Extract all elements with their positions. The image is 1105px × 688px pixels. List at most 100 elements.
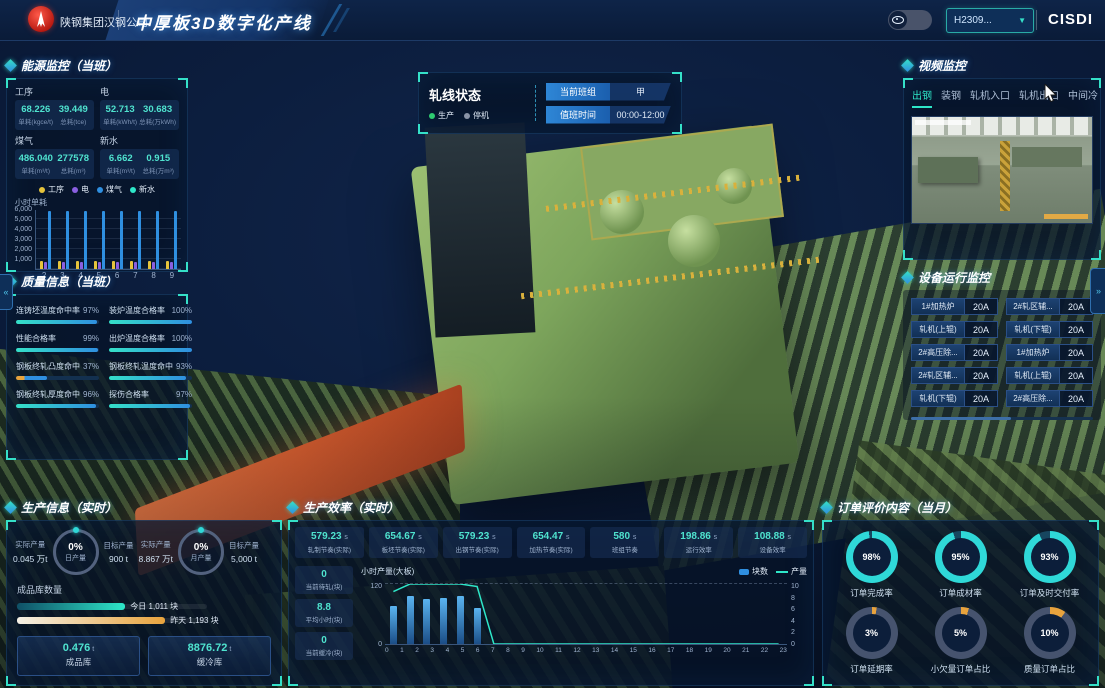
mini-value: 0 bbox=[296, 635, 352, 646]
status-dot bbox=[464, 113, 470, 119]
donut-label: 质量订单占比 bbox=[1024, 663, 1075, 675]
panel-quality-body: 连铸坯温度命中率97%装炉温度合格率100%性能合格率99%出炉温度合格率100… bbox=[6, 294, 188, 460]
equipment-item[interactable]: 1#加热炉20A bbox=[1006, 344, 1093, 361]
quality-bar-fill bbox=[16, 348, 98, 352]
left-panel-collapse-button[interactable]: « bbox=[0, 274, 13, 310]
equipment-item[interactable]: 2#高压除...20A bbox=[1006, 390, 1093, 407]
store-box-缓冷库[interactable]: 8876.72t缓冷库 bbox=[148, 636, 271, 676]
quality-item-header: 性能合格率99% bbox=[16, 333, 99, 344]
energy-bar bbox=[94, 261, 97, 269]
equipment-current: 20A bbox=[964, 390, 998, 407]
store-unit: t bbox=[229, 646, 231, 653]
kpi-label: 出钢节奏(实际) bbox=[444, 544, 511, 554]
energy-unit: 总耗(tce) bbox=[56, 116, 92, 126]
energy-unit: 单耗(kWh/t) bbox=[103, 116, 137, 126]
panel-efficiency-body: 579.23 s轧制节奏(实际)654.67 s板坯节奏(实际)579.23 s… bbox=[288, 520, 814, 686]
equipment-item[interactable]: 轧机(上辊)20A bbox=[1006, 367, 1093, 384]
hourly-xtick: 13 bbox=[592, 647, 599, 654]
video-tab-装钢[interactable]: 装钢 bbox=[941, 87, 961, 108]
energy-value: 68.226单耗(kgce/t) bbox=[18, 104, 54, 126]
kpi-value: 198.86 s bbox=[665, 531, 732, 542]
heat-number-dropdown[interactable]: H2309... ▼ bbox=[946, 8, 1034, 33]
energy-bar-group bbox=[130, 210, 141, 269]
quality-label: 钢板终轧厚度命中 bbox=[16, 389, 80, 400]
kpi-value: 654.67 s bbox=[370, 531, 437, 542]
hourly-output-chart: 小时产量(大板) 块数产量 1200 1086420 0123456789101… bbox=[361, 566, 807, 660]
video-tab-中间冷[interactable]: 中间冷 bbox=[1068, 87, 1098, 108]
equipment-name: 轧机(上辊) bbox=[1006, 367, 1059, 384]
equipment-item[interactable]: 2#轧区辅...20A bbox=[1006, 298, 1093, 315]
store-box-成品库[interactable]: 0.476t成品库 bbox=[17, 636, 140, 676]
donut-value: 95% bbox=[942, 538, 980, 576]
order-donut-订单成材率: 95%订单成材率 bbox=[918, 531, 1003, 599]
energy-ytick: 3,000 bbox=[14, 236, 32, 243]
gauge-flank: 目标产量900 t bbox=[104, 540, 134, 564]
right-panel-collapse-button[interactable]: » bbox=[1090, 268, 1105, 314]
energy-bar bbox=[156, 211, 159, 269]
kpi-unit: s bbox=[714, 534, 718, 541]
quality-bar-fill bbox=[16, 320, 97, 324]
bar-legend-label: 块数 bbox=[752, 566, 768, 577]
quality-bar-track bbox=[109, 320, 192, 324]
efficiency-kpi: 198.86 s运行效率 bbox=[664, 527, 733, 558]
energy-card: 486.040单耗(m³/t)277578总耗(m³) bbox=[15, 149, 94, 179]
quality-bar-track bbox=[16, 320, 99, 324]
store-value: 8876.72t bbox=[149, 642, 270, 654]
equipment-item[interactable]: 1#加热炉20A bbox=[911, 298, 998, 315]
efficiency-kpi: 654.67 s板坯节奏(实际) bbox=[369, 527, 438, 558]
line-swatch bbox=[776, 571, 788, 573]
quality-value: 100% bbox=[172, 334, 192, 343]
ring-name: 日产量 bbox=[65, 553, 86, 563]
kpi-value: 108.88 s bbox=[739, 531, 806, 542]
energy-unit: 单耗(m³/t) bbox=[103, 165, 139, 175]
stock-bar-fill bbox=[17, 603, 125, 610]
company-logo bbox=[28, 6, 54, 32]
energy-number: 68.226 bbox=[18, 104, 54, 115]
quality-bar-fill bbox=[109, 348, 192, 352]
quality-bar-track bbox=[109, 404, 192, 408]
equipment-item[interactable]: 2#高压除...20A bbox=[911, 344, 998, 361]
panel-equipment-title: 设备运行监控 bbox=[903, 268, 1101, 286]
quality-item-header: 钢板终轧厚度命中96% bbox=[16, 389, 99, 400]
gauge-flank-label: 实际产量 bbox=[139, 539, 174, 550]
hourly-chart-legend: 块数产量 bbox=[739, 566, 807, 577]
equipment-current: 20A bbox=[964, 321, 998, 338]
energy-bar bbox=[80, 262, 83, 269]
equipment-scrollbar[interactable] bbox=[911, 417, 1093, 420]
cctv-feed[interactable] bbox=[911, 116, 1093, 224]
gauge-flank: 目标产量5,000 t bbox=[229, 540, 259, 564]
gauge-flank-value: 900 t bbox=[104, 554, 134, 564]
energy-bar bbox=[116, 262, 119, 269]
panel-energy-title: 能源监控（当班） bbox=[6, 56, 188, 74]
energy-bar bbox=[66, 211, 69, 269]
equipment-name: 2#高压除... bbox=[911, 344, 964, 361]
panel-production-info: 生产信息（实时） 实际产量0.045 万t0%日产量目标产量900 t实际产量8… bbox=[6, 498, 282, 686]
hourly-xtick: 7 bbox=[491, 647, 495, 654]
equipment-item[interactable]: 轧机(下辊)20A bbox=[1006, 321, 1093, 338]
video-tab-出钢[interactable]: 出钢 bbox=[912, 87, 932, 108]
energy-number: 30.683 bbox=[139, 104, 176, 115]
energy-bar bbox=[148, 261, 151, 269]
hourly-right-tick: 6 bbox=[791, 606, 795, 613]
panel-efficiency-title: 生产效率（实时） bbox=[288, 498, 814, 516]
scrollbar-thumb[interactable] bbox=[911, 417, 1011, 420]
eye-icon bbox=[889, 11, 907, 29]
equipment-item[interactable]: 轧机(下辊)20A bbox=[911, 390, 998, 407]
equipment-item[interactable]: 轧机(上辊)20A bbox=[911, 321, 998, 338]
hourly-xtick: 6 bbox=[476, 647, 480, 654]
panel-quality: 质量信息（当班） 连铸坯温度命中率97%装炉温度合格率100%性能合格率99%出… bbox=[6, 272, 188, 460]
efficiency-mini-stats: 0当前待轧(块)8.8平均小时(块)0当前缓冷(块) bbox=[295, 566, 353, 660]
video-tab-轧机入口[interactable]: 轧机入口 bbox=[970, 87, 1010, 108]
energy-bar bbox=[62, 262, 65, 269]
hourly-xtick: 14 bbox=[611, 647, 618, 654]
legend-dot bbox=[39, 187, 45, 193]
equipment-item[interactable]: 2#轧区辅...20A bbox=[911, 367, 998, 384]
visibility-toggle[interactable] bbox=[888, 10, 932, 30]
panel-energy: 能源监控（当班） 工序68.226单耗(kgce/t)39.449总耗(tce)… bbox=[6, 56, 188, 272]
quality-label: 连铸坯温度命中率 bbox=[16, 305, 80, 316]
panel-video-title: 视频监控 bbox=[903, 56, 1101, 74]
quality-value: 99% bbox=[83, 334, 99, 343]
quality-item: 出炉温度合格率100% bbox=[109, 333, 192, 352]
hourly-xtick: 15 bbox=[630, 647, 637, 654]
energy-section-name: 电 bbox=[100, 85, 179, 98]
